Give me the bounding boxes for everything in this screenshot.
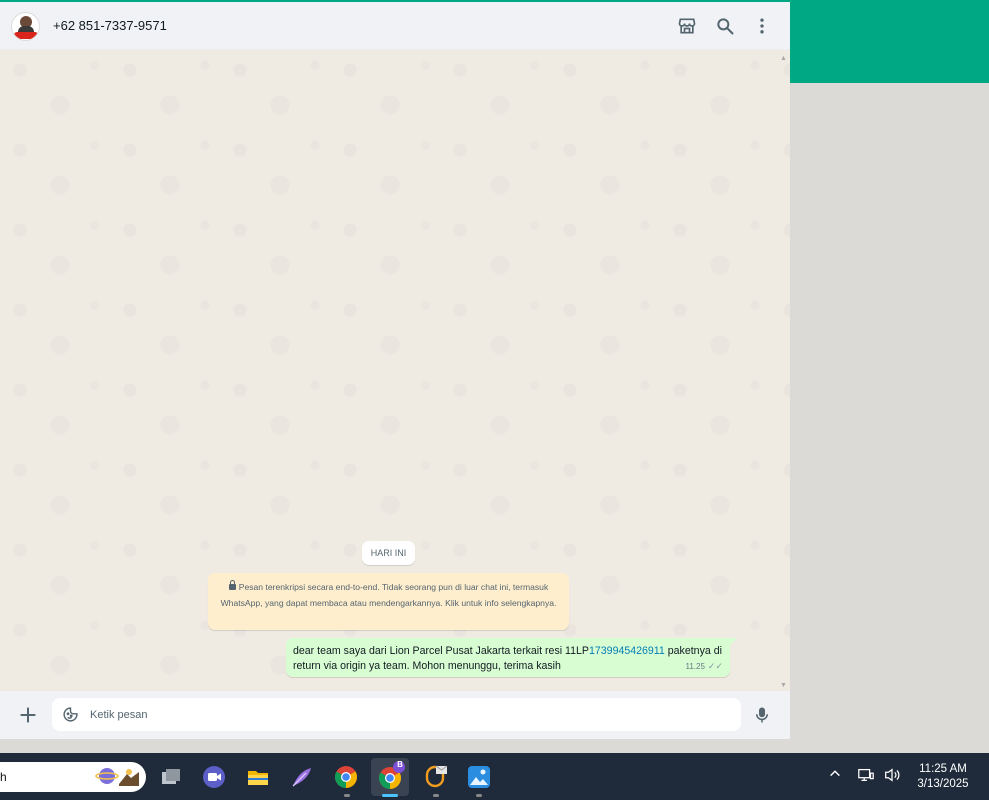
system-clock[interactable]: 11:25 AM 3/13/2025: [902, 762, 984, 792]
encryption-notice-text: Pesan terenkripsi secara end-to-end. Tid…: [220, 582, 557, 608]
day-divider: HARI INI: [362, 541, 415, 565]
photos-icon[interactable]: [467, 765, 491, 789]
more-vertical-icon[interactable]: [752, 16, 772, 36]
microphone-icon[interactable]: [753, 705, 771, 725]
chrome-running-dot: [344, 794, 350, 797]
app-accent-band: [790, 0, 989, 83]
mail-running-dot: [433, 794, 439, 797]
message-composer: [0, 691, 790, 739]
plus-icon[interactable]: [18, 705, 38, 725]
scroll-down-arrow[interactable]: ▼: [780, 682, 787, 689]
taskbar-search-text: h: [0, 770, 7, 784]
encryption-notice[interactable]: Pesan terenkripsi secara end-to-end. Tid…: [208, 573, 569, 630]
tracking-number-link[interactable]: 1739945426911: [589, 645, 665, 657]
file-explorer-icon[interactable]: [246, 765, 270, 789]
quill-icon[interactable]: [290, 765, 314, 789]
chat-panel: +62 851-7337-9571 ▲ ▼ HARI INI Pesan ter…: [0, 2, 790, 739]
sticker-icon[interactable]: [62, 706, 79, 723]
profile-badge: B: [397, 760, 403, 769]
photos-running-dot: [476, 794, 482, 797]
lock-icon: [228, 580, 236, 590]
store-icon[interactable]: [677, 16, 697, 36]
contact-name[interactable]: +62 851-7337-9571: [53, 18, 167, 33]
contact-avatar[interactable]: [11, 12, 40, 41]
message-input[interactable]: [90, 698, 730, 731]
windows-taskbar: h B 11:25 AM 3/13/2025: [0, 753, 989, 800]
scroll-up-arrow[interactable]: ▲: [780, 55, 787, 62]
video-meet-icon[interactable]: [202, 765, 226, 789]
avatar-banner: [14, 32, 38, 39]
clock-time: 11:25 AM: [919, 763, 967, 775]
message-time: 11.25: [685, 662, 705, 671]
active-app-indicator: [382, 794, 398, 797]
search-icon[interactable]: [715, 16, 735, 36]
network-icon[interactable]: [857, 766, 875, 787]
chat-header[interactable]: +62 851-7337-9571: [0, 2, 790, 50]
chrome-icon[interactable]: [334, 765, 358, 789]
mail-app-icon[interactable]: [424, 765, 448, 789]
taskbar-search-box[interactable]: h: [0, 762, 146, 792]
chevron-up-icon[interactable]: [828, 766, 842, 783]
double-check-icon: ✓✓: [707, 661, 723, 671]
clock-date: 3/13/2025: [917, 778, 969, 790]
volume-icon[interactable]: [883, 766, 901, 787]
outgoing-message[interactable]: dear team saya dari Lion Parcel Pusat Ja…: [286, 638, 737, 677]
message-meta: 11.25 ✓✓: [685, 659, 723, 674]
chrome-profile-icon[interactable]: B: [371, 758, 409, 796]
search-highlight-icon: [95, 768, 139, 786]
task-view-icon[interactable]: [159, 765, 183, 789]
message-text-before: dear team saya dari Lion Parcel Pusat Ja…: [293, 645, 589, 657]
app-background: [790, 83, 989, 753]
message-input-box[interactable]: [52, 698, 741, 731]
